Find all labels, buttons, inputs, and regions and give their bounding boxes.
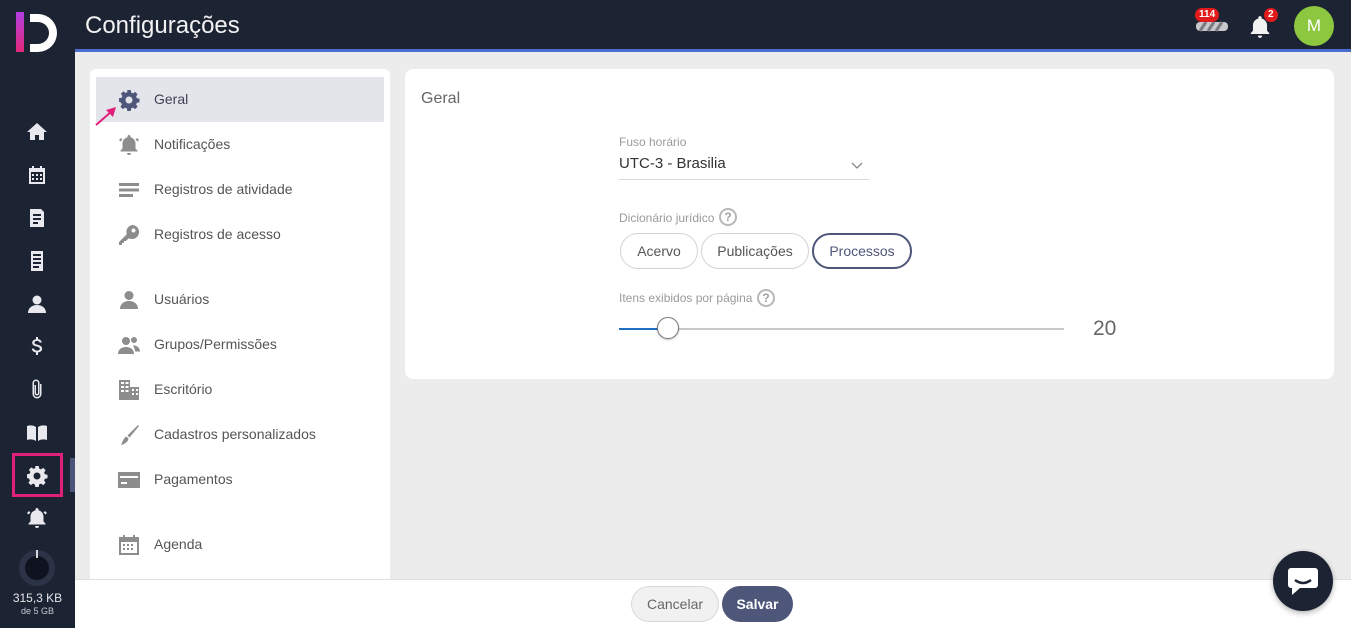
bell-icon[interactable] — [22, 503, 52, 533]
person-icon[interactable] — [22, 289, 52, 319]
credits-badge: 114 — [1195, 8, 1220, 22]
settings-item-label: Grupos/Permissões — [154, 336, 277, 352]
timezone-label: Fuso horário — [619, 135, 687, 149]
rail-active-indicator — [70, 458, 75, 492]
dictionary-option-acervo[interactable]: Acervo — [620, 233, 698, 269]
credits-button[interactable]: 114 — [1192, 8, 1232, 42]
group-icon — [116, 332, 142, 358]
items-per-page-label: Itens exibidos por página — [619, 291, 753, 305]
calendar-icon — [116, 532, 142, 558]
storage-usage-ring — [19, 550, 55, 586]
settings-item-pagamentos[interactable]: Pagamentos — [96, 457, 384, 502]
top-bar: Configurações 114 2 M — [75, 0, 1351, 52]
settings-item-label: Geral — [154, 91, 189, 107]
list-document-icon[interactable] — [22, 246, 52, 276]
notifications-button[interactable]: 2 — [1245, 8, 1285, 42]
storage-total: de 5 GB — [20, 606, 55, 616]
settings-item-escritorio[interactable]: Escritório — [96, 367, 384, 412]
settings-item-grupos-permissoes[interactable]: Grupos/Permissões — [96, 322, 384, 367]
settings-item-usuarios[interactable]: Usuários — [96, 277, 384, 322]
settings-item-registros-acesso[interactable]: Registros de acesso — [96, 212, 384, 257]
timezone-value: UTC-3 - Brasilia — [619, 155, 726, 172]
gear-icon[interactable] — [22, 461, 52, 491]
bell-icon — [116, 132, 142, 158]
settings-item-label: Pagamentos — [154, 471, 233, 487]
dictionary-option-publicacoes[interactable]: Publicações — [701, 233, 809, 269]
storage-used: 315,3 KB — [12, 591, 63, 605]
notifications-badge: 2 — [1264, 8, 1278, 22]
save-button[interactable]: Salvar — [722, 586, 793, 622]
items-per-page-value: 20 — [1093, 317, 1117, 340]
help-icon[interactable]: ? — [719, 208, 737, 226]
app-logo[interactable] — [14, 10, 60, 56]
settings-item-label: Registros de atividade — [154, 181, 293, 197]
section-title: Geral — [421, 90, 461, 107]
settings-item-label: Agenda — [154, 536, 203, 552]
home-icon[interactable] — [22, 117, 52, 147]
slider-thumb[interactable] — [656, 317, 679, 339]
document-icon[interactable] — [22, 203, 52, 233]
credit-card-icon — [116, 467, 142, 493]
dictionary-label: Dicionário jurídico — [619, 211, 715, 225]
settings-item-cadastros-personalizados[interactable]: Cadastros personalizados — [96, 412, 384, 457]
dictionary-option-processos[interactable]: Processos — [812, 233, 912, 269]
pointer-arrow-icon — [95, 107, 116, 126]
items-per-page-slider[interactable] — [619, 328, 1064, 330]
chat-bubble-icon — [1288, 568, 1318, 595]
help-icon[interactable]: ? — [757, 289, 775, 307]
key-icon — [116, 222, 142, 248]
settings-item-label: Escritório — [154, 381, 213, 397]
settings-item-label: Notificações — [154, 136, 231, 152]
brush-icon — [116, 422, 142, 448]
settings-item-label: Cadastros personalizados — [154, 426, 316, 442]
page-title: Configurações — [85, 12, 240, 39]
settings-item-label: Registros de acesso — [154, 226, 281, 242]
paperclip-icon[interactable] — [22, 375, 52, 405]
settings-item-label: Usuários — [154, 291, 210, 307]
settings-item-geral[interactable]: Geral — [96, 77, 384, 122]
calendar-icon[interactable] — [22, 160, 52, 190]
settings-menu: Geral Notificações Registros de atividad… — [90, 69, 390, 579]
building-icon — [116, 377, 142, 403]
settings-item-registros-atividade[interactable]: Registros de atividade — [96, 167, 384, 212]
settings-item-notificacoes[interactable]: Notificações — [96, 122, 384, 167]
action-footer: Cancelar Salvar — [75, 579, 1351, 628]
gear-icon — [116, 87, 142, 113]
chat-button[interactable] — [1273, 551, 1333, 611]
dollar-icon[interactable] — [22, 332, 52, 362]
user-icon — [116, 287, 142, 313]
app-sidebar: 315,3 KB de 5 GB — [0, 0, 75, 628]
timezone-select[interactable]: UTC-3 - Brasilia — [619, 153, 869, 180]
cancel-button[interactable]: Cancelar — [631, 586, 719, 622]
chevron-down-icon — [851, 162, 863, 169]
list-icon — [116, 177, 142, 203]
book-icon[interactable] — [22, 418, 52, 448]
settings-item-agenda[interactable]: Agenda — [96, 522, 384, 567]
general-settings-card: Geral Fuso horário UTC-3 - Brasilia Dici… — [405, 69, 1334, 379]
user-avatar[interactable]: M — [1294, 6, 1334, 46]
